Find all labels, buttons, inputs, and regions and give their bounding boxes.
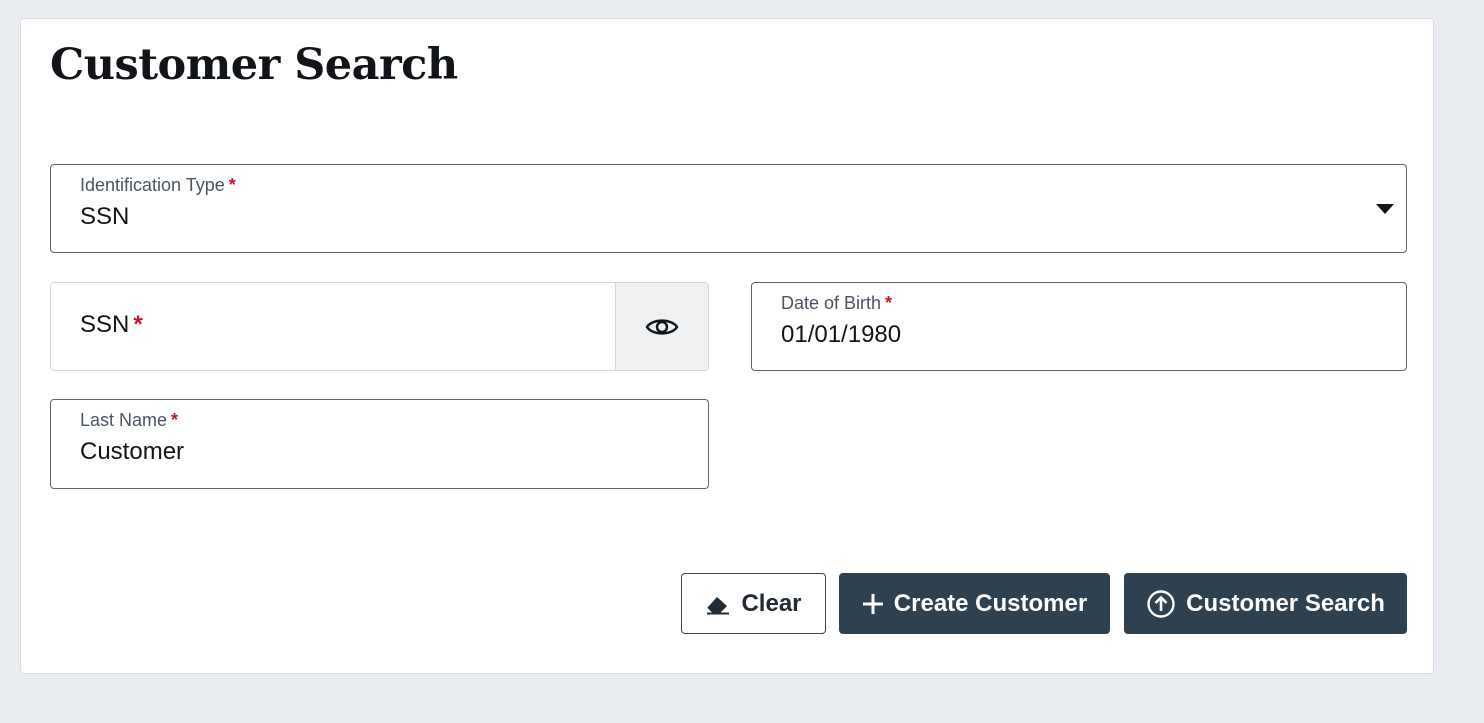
ssn-label: SSN * <box>80 311 143 338</box>
date-of-birth-field[interactable]: Date of Birth * 01/01/1980 <box>751 282 1407 371</box>
identification-type-label: Identification Type * <box>80 175 236 195</box>
clear-button[interactable]: Clear <box>681 573 826 634</box>
identification-type-value: SSN <box>80 203 130 230</box>
eye-icon <box>645 315 679 339</box>
last-name-label: Last Name * <box>80 410 179 430</box>
last-name-field[interactable]: Last Name * Customer <box>50 399 709 489</box>
show-ssn-button[interactable] <box>615 283 708 370</box>
clear-button-label: Clear <box>741 589 802 617</box>
customer-search-button-label: Customer Search <box>1186 589 1385 617</box>
customer-search-card: Customer Search Identification Type * SSN… <box>20 18 1434 674</box>
required-mark: * <box>133 311 143 338</box>
eraser-icon <box>705 593 731 615</box>
date-of-birth-value: 01/01/1980 <box>781 321 902 348</box>
arrow-up-circle-icon <box>1146 589 1176 619</box>
required-mark: * <box>885 293 893 313</box>
ssn-field[interactable]: SSN * <box>50 282 709 371</box>
create-customer-button-label: Create Customer <box>893 589 1088 617</box>
required-mark: * <box>228 175 236 195</box>
last-name-value: Customer <box>80 438 185 465</box>
page-title: Customer Search <box>50 40 458 90</box>
caret-down-icon <box>1376 204 1394 214</box>
date-of-birth-label: Date of Birth * <box>781 293 893 313</box>
create-customer-button[interactable]: Create Customer <box>839 573 1110 634</box>
identification-type-select[interactable]: Identification Type * SSN <box>50 164 1407 253</box>
plus-icon <box>862 593 884 615</box>
customer-search-button[interactable]: Customer Search <box>1124 573 1407 634</box>
required-mark: * <box>171 410 179 430</box>
